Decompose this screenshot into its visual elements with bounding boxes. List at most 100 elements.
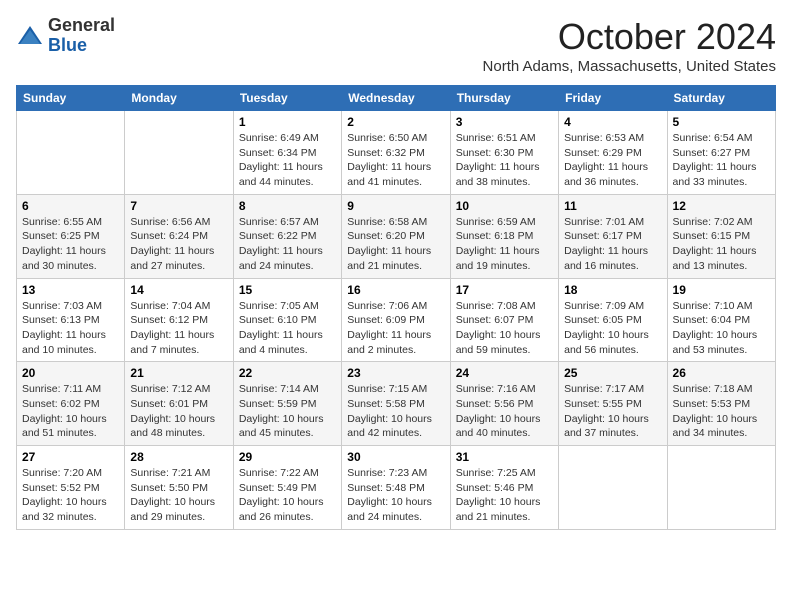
calendar-week-row: 1 Sunrise: 6:49 AMSunset: 6:34 PMDaylight…: [17, 111, 776, 195]
day-info: Sunrise: 7:05 AMSunset: 6:10 PMDaylight:…: [239, 299, 336, 358]
day-info: Sunrise: 7:18 AMSunset: 5:53 PMDaylight:…: [673, 382, 770, 441]
day-number: 25: [564, 366, 661, 380]
day-number: 12: [673, 199, 770, 213]
day-info: Sunrise: 7:08 AMSunset: 6:07 PMDaylight:…: [456, 299, 553, 358]
day-info: Sunrise: 7:21 AMSunset: 5:50 PMDaylight:…: [130, 466, 227, 525]
logo: General Blue: [16, 16, 115, 56]
calendar-cell: 11Sunrise: 7:01 AMSunset: 6:17 PMDayligh…: [559, 194, 667, 278]
day-number: 21: [130, 366, 227, 380]
weekday-header: Monday: [125, 86, 233, 111]
day-info: Sunrise: 7:16 AMSunset: 5:56 PMDaylight:…: [456, 382, 553, 441]
day-number: 1: [239, 115, 336, 129]
calendar-week-row: 20 Sunrise: 7:11 AMSunset: 6:02 PMDayligh…: [17, 362, 776, 446]
day-info: Sunrise: 6:55 AMSunset: 6:25 PMDaylight:…: [22, 215, 119, 274]
day-number: 31: [456, 450, 553, 464]
calendar-cell: 9 Sunrise: 6:58 AMSunset: 6:20 PMDaylight…: [342, 194, 450, 278]
day-number: 9: [347, 199, 444, 213]
day-number: 4: [564, 115, 661, 129]
day-number: 20: [22, 366, 119, 380]
day-info: Sunrise: 7:25 AMSunset: 5:46 PMDaylight:…: [456, 466, 553, 525]
day-number: 22: [239, 366, 336, 380]
calendar-cell: 30Sunrise: 7:23 AMSunset: 5:48 PMDayligh…: [342, 446, 450, 530]
day-number: 17: [456, 283, 553, 297]
day-number: 2: [347, 115, 444, 129]
calendar-cell: 24Sunrise: 7:16 AMSunset: 5:56 PMDayligh…: [450, 362, 558, 446]
weekday-header: Saturday: [667, 86, 775, 111]
calendar-cell: 16 Sunrise: 7:06 AMSunset: 6:09 PMDayligh…: [342, 278, 450, 362]
calendar-cell: 20 Sunrise: 7:11 AMSunset: 6:02 PMDayligh…: [17, 362, 125, 446]
day-info: Sunrise: 7:15 AMSunset: 5:58 PMDaylight:…: [347, 382, 444, 441]
calendar-cell: 13 Sunrise: 7:03 AMSunset: 6:13 PMDayligh…: [17, 278, 125, 362]
calendar-cell: 6 Sunrise: 6:55 AMSunset: 6:25 PMDaylight…: [17, 194, 125, 278]
calendar-cell: 26 Sunrise: 7:18 AMSunset: 5:53 PMDayligh…: [667, 362, 775, 446]
calendar-cell: 7Sunrise: 6:56 AMSunset: 6:24 PMDaylight…: [125, 194, 233, 278]
day-info: Sunrise: 6:57 AMSunset: 6:22 PMDaylight:…: [239, 215, 336, 274]
calendar-cell: [17, 111, 125, 195]
day-info: Sunrise: 7:11 AMSunset: 6:02 PMDaylight:…: [22, 382, 119, 441]
day-info: Sunrise: 7:04 AMSunset: 6:12 PMDaylight:…: [130, 299, 227, 358]
weekday-header: Wednesday: [342, 86, 450, 111]
day-number: 13: [22, 283, 119, 297]
calendar-week-row: 13 Sunrise: 7:03 AMSunset: 6:13 PMDayligh…: [17, 278, 776, 362]
day-info: Sunrise: 7:03 AMSunset: 6:13 PMDaylight:…: [22, 299, 119, 358]
calendar-week-row: 27 Sunrise: 7:20 AMSunset: 5:52 PMDayligh…: [17, 446, 776, 530]
calendar-cell: [125, 111, 233, 195]
location-text: North Adams, Massachusetts, United State…: [483, 58, 776, 75]
calendar-cell: 22 Sunrise: 7:14 AMSunset: 5:59 PMDayligh…: [233, 362, 341, 446]
calendar-cell: 15 Sunrise: 7:05 AMSunset: 6:10 PMDayligh…: [233, 278, 341, 362]
day-number: 3: [456, 115, 553, 129]
calendar-cell: 14Sunrise: 7:04 AMSunset: 6:12 PMDayligh…: [125, 278, 233, 362]
day-info: Sunrise: 6:59 AMSunset: 6:18 PMDaylight:…: [456, 215, 553, 274]
day-info: Sunrise: 6:49 AMSunset: 6:34 PMDaylight:…: [239, 131, 336, 190]
calendar-cell: 8 Sunrise: 6:57 AMSunset: 6:22 PMDaylight…: [233, 194, 341, 278]
day-info: Sunrise: 7:20 AMSunset: 5:52 PMDaylight:…: [22, 466, 119, 525]
day-info: Sunrise: 6:50 AMSunset: 6:32 PMDaylight:…: [347, 131, 444, 190]
day-number: 8: [239, 199, 336, 213]
day-info: Sunrise: 7:10 AMSunset: 6:04 PMDaylight:…: [673, 299, 770, 358]
calendar-cell: 19 Sunrise: 7:10 AMSunset: 6:04 PMDayligh…: [667, 278, 775, 362]
calendar-cell: 23 Sunrise: 7:15 AMSunset: 5:58 PMDayligh…: [342, 362, 450, 446]
day-info: Sunrise: 7:02 AMSunset: 6:15 PMDaylight:…: [673, 215, 770, 274]
weekday-header: Friday: [559, 86, 667, 111]
calendar-cell: [559, 446, 667, 530]
calendar-cell: 12 Sunrise: 7:02 AMSunset: 6:15 PMDayligh…: [667, 194, 775, 278]
day-info: Sunrise: 7:22 AMSunset: 5:49 PMDaylight:…: [239, 466, 336, 525]
calendar-cell: 17 Sunrise: 7:08 AMSunset: 6:07 PMDayligh…: [450, 278, 558, 362]
weekday-header-row: SundayMondayTuesdayWednesdayThursdayFrid…: [17, 86, 776, 111]
day-info: Sunrise: 7:12 AMSunset: 6:01 PMDaylight:…: [130, 382, 227, 441]
day-number: 23: [347, 366, 444, 380]
day-number: 28: [130, 450, 227, 464]
logo-general-text: General: [48, 15, 115, 35]
logo-icon: [16, 22, 44, 50]
calendar-cell: 10 Sunrise: 6:59 AMSunset: 6:18 PMDayligh…: [450, 194, 558, 278]
weekday-header: Sunday: [17, 86, 125, 111]
calendar-cell: 3 Sunrise: 6:51 AMSunset: 6:30 PMDaylight…: [450, 111, 558, 195]
day-number: 7: [130, 199, 227, 213]
day-number: 10: [456, 199, 553, 213]
calendar-table: SundayMondayTuesdayWednesdayThursdayFrid…: [16, 85, 776, 530]
day-info: Sunrise: 7:06 AMSunset: 6:09 PMDaylight:…: [347, 299, 444, 358]
calendar-cell: 25 Sunrise: 7:17 AMSunset: 5:55 PMDayligh…: [559, 362, 667, 446]
title-block: October 2024 North Adams, Massachusetts,…: [483, 16, 776, 75]
day-number: 6: [22, 199, 119, 213]
day-info: Sunrise: 6:54 AMSunset: 6:27 PMDaylight:…: [673, 131, 770, 190]
day-info: Sunrise: 7:17 AMSunset: 5:55 PMDaylight:…: [564, 382, 661, 441]
day-info: Sunrise: 7:14 AMSunset: 5:59 PMDaylight:…: [239, 382, 336, 441]
calendar-cell: 29 Sunrise: 7:22 AMSunset: 5:49 PMDayligh…: [233, 446, 341, 530]
day-number: 18: [564, 283, 661, 297]
calendar-cell: 2 Sunrise: 6:50 AMSunset: 6:32 PMDaylight…: [342, 111, 450, 195]
day-number: 16: [347, 283, 444, 297]
day-info: Sunrise: 6:51 AMSunset: 6:30 PMDaylight:…: [456, 131, 553, 190]
day-number: 26: [673, 366, 770, 380]
calendar-cell: 4Sunrise: 6:53 AMSunset: 6:29 PMDaylight…: [559, 111, 667, 195]
page-header: General Blue October 2024 North Adams, M…: [16, 16, 776, 75]
calendar-cell: 28 Sunrise: 7:21 AMSunset: 5:50 PMDayligh…: [125, 446, 233, 530]
day-number: 29: [239, 450, 336, 464]
day-info: Sunrise: 6:58 AMSunset: 6:20 PMDaylight:…: [347, 215, 444, 274]
day-info: Sunrise: 7:23 AMSunset: 5:48 PMDaylight:…: [347, 466, 444, 525]
day-number: 19: [673, 283, 770, 297]
day-number: 27: [22, 450, 119, 464]
day-number: 15: [239, 283, 336, 297]
calendar-cell: 18Sunrise: 7:09 AMSunset: 6:05 PMDayligh…: [559, 278, 667, 362]
weekday-header: Thursday: [450, 86, 558, 111]
